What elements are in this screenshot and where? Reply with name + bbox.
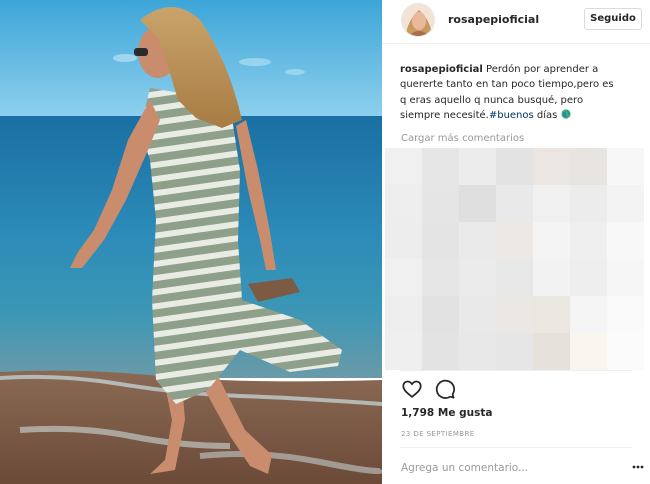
post-username[interactable]: rosapepioficial bbox=[448, 13, 539, 26]
speech-bubble-icon bbox=[435, 379, 456, 399]
comment-input[interactable] bbox=[401, 462, 601, 474]
post-header: rosapepioficial Seguido bbox=[382, 0, 650, 44]
blurred-comments bbox=[385, 148, 649, 374]
actions-divider bbox=[400, 370, 632, 371]
beach-photo-image bbox=[0, 0, 382, 484]
caption-hashtag[interactable]: #buenos bbox=[489, 110, 534, 121]
caption-tail: días bbox=[536, 109, 558, 121]
following-button[interactable]: Seguido bbox=[584, 8, 642, 30]
post-photo[interactable] bbox=[0, 0, 382, 484]
earth-globe-icon bbox=[560, 109, 571, 119]
avatar[interactable] bbox=[401, 3, 435, 37]
like-button[interactable] bbox=[401, 378, 425, 402]
caption-username[interactable]: rosapepioficial bbox=[400, 64, 483, 75]
post-date[interactable]: 23 de septiembre bbox=[401, 430, 475, 438]
likes-count[interactable]: 1,798 Me gusta bbox=[401, 407, 492, 419]
ellipsis-icon[interactable] bbox=[632, 464, 644, 470]
load-more-comments-link[interactable]: Cargar más comentarios bbox=[401, 133, 524, 144]
comment-button[interactable] bbox=[434, 378, 458, 402]
heart-outline-icon bbox=[402, 380, 422, 398]
post-details-panel: rosapepioficial Seguido rosapepioficial … bbox=[382, 0, 650, 484]
avatar-photo bbox=[402, 4, 434, 36]
post-caption: rosapepioficial Perdón por aprender a qu… bbox=[400, 62, 622, 123]
comment-divider bbox=[400, 447, 632, 448]
